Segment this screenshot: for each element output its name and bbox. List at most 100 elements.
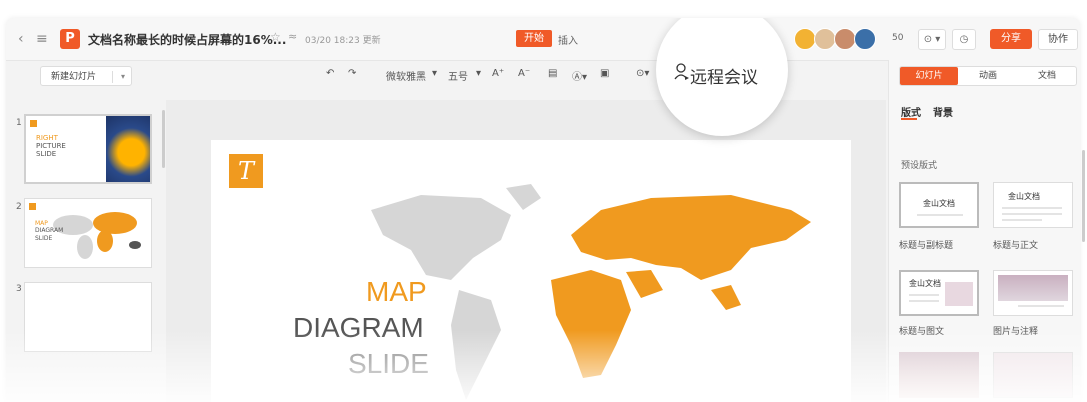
tab-slide[interactable]: 幻灯片: [900, 67, 958, 85]
divider: [1018, 305, 1064, 307]
title-bar: ‹ ≡ P 文档名称最长的时候占屏幕的16%... ☆ ≈ 03/20 18:2…: [6, 18, 1080, 61]
thumb-text: PICTURE: [36, 142, 66, 150]
share-button[interactable]: 分享: [990, 29, 1032, 49]
font-size-select[interactable]: 五号: [448, 68, 468, 83]
tab-insert[interactable]: 插入: [558, 32, 578, 47]
map-africa: [551, 270, 631, 378]
layout-card[interactable]: [993, 270, 1073, 316]
remote-meeting-button[interactable]: 远程会议: [690, 63, 758, 88]
tab-start[interactable]: 开始: [516, 30, 552, 47]
redo-icon[interactable]: ↷: [348, 68, 356, 79]
layout-label: 图片与注释: [993, 327, 1039, 337]
layout-label: 标题与正文: [993, 241, 1039, 251]
slide-editor[interactable]: T MAP DIAGRAM SLIDE: [211, 140, 851, 402]
new-slide-button[interactable]: 新建幻灯片 ▾: [40, 66, 132, 86]
slide-thumbnail[interactable]: RIGHT PICTURE SLIDE: [24, 114, 152, 184]
map-southeast-asia: [711, 285, 741, 310]
thumb-text: SLIDE: [36, 150, 57, 158]
play-icon: ⊙ ▾: [923, 34, 941, 45]
slide-thumbnail[interactable]: MAP DIAGRAM SLIDE: [24, 198, 152, 268]
slide-thumbnail[interactable]: [24, 282, 152, 352]
layout-label: 标题与副标题: [899, 241, 954, 251]
layout-card[interactable]: [993, 352, 1073, 398]
active-tab-indicator: [901, 118, 917, 120]
layout-card-title: 金山文档: [923, 199, 955, 208]
panel-tabs: 幻灯片 动画 文档: [899, 66, 1077, 86]
document-title[interactable]: 文档名称最长的时候占屏幕的16%...: [88, 31, 286, 48]
slide-number: 3: [16, 284, 22, 294]
layout-card[interactable]: 金山文档: [899, 270, 979, 316]
divider: [1002, 213, 1062, 215]
history-button[interactable]: ◷: [952, 29, 976, 50]
map-eurasia: [571, 195, 811, 280]
clock-icon: ◷: [959, 34, 969, 45]
thumb-text: MAP: [35, 220, 48, 227]
slide-title-line1[interactable]: MAP: [366, 276, 427, 308]
slide-title-line2[interactable]: DIAGRAM: [293, 312, 424, 344]
avatar[interactable]: [854, 28, 876, 50]
slide-number: 2: [16, 202, 22, 212]
map-greenland: [506, 184, 541, 210]
map-south-america: [451, 290, 501, 400]
thumb-text: DIAGRAM: [35, 227, 64, 234]
last-updated: 03/20 18:23 更新: [305, 36, 381, 46]
image-icon[interactable]: ▣: [600, 68, 609, 79]
divider: [1002, 219, 1042, 221]
play-icon[interactable]: ⊙▾: [636, 68, 649, 79]
chevron-down-icon[interactable]: ▾: [432, 68, 437, 79]
chevron-down-icon[interactable]: ▾: [476, 68, 481, 79]
layout-label: 标题与图文: [899, 327, 945, 337]
hamburger-icon[interactable]: ≡: [36, 31, 48, 47]
tab-layout[interactable]: 版式: [901, 104, 921, 119]
textbox-icon[interactable]: Ⓐ▾: [572, 68, 587, 83]
tab-background[interactable]: 背景: [933, 104, 953, 119]
font-shrink-icon[interactable]: A⁻: [518, 68, 530, 79]
image-placeholder: [945, 282, 973, 306]
font-name-select[interactable]: 微软雅黑: [386, 68, 426, 83]
avatar[interactable]: [814, 28, 836, 50]
undo-icon[interactable]: ↶: [326, 68, 334, 79]
scrollbar[interactable]: [162, 110, 165, 168]
layout-card-title: 金山文档: [909, 279, 941, 288]
slide-canvas: T MAP DIAGRAM SLIDE: [166, 100, 886, 402]
map-middle-east: [626, 270, 663, 298]
divider: [112, 71, 113, 83]
new-slide-label: 新建幻灯片: [51, 72, 97, 82]
layout-card[interactable]: 金山文档: [993, 182, 1073, 228]
tab-animation[interactable]: 动画: [959, 67, 1017, 85]
scrollbar[interactable]: [1082, 150, 1085, 242]
avatar[interactable]: [794, 28, 816, 50]
layout-card[interactable]: 金山文档: [899, 182, 979, 228]
divider: [909, 300, 939, 302]
align-icon[interactable]: ▤: [548, 68, 557, 79]
user-share-icon: [674, 63, 689, 80]
slide-title-line3[interactable]: SLIDE: [348, 348, 429, 380]
design-panel: 幻灯片 动画 文档 版式 背景 预设版式 金山文档 标题与副标题 金山文档 标题…: [888, 60, 1080, 402]
world-map: [371, 184, 811, 400]
wifi-cloud-icon: ≈: [288, 30, 298, 43]
chevron-left-icon[interactable]: ‹: [18, 31, 24, 47]
divider: [909, 294, 939, 296]
font-grow-icon[interactable]: A⁺: [492, 68, 504, 79]
sunflower-image: [106, 116, 150, 182]
collaborator-count: 50: [892, 33, 904, 43]
thumb-text: SLIDE: [35, 235, 53, 242]
app-window: ‹ ≡ P 文档名称最长的时候占屏幕的16%... ☆ ≈ 03/20 18:2…: [6, 18, 1080, 402]
chevron-down-icon[interactable]: ▾: [121, 67, 125, 87]
timer-button[interactable]: ⊙ ▾: [918, 29, 946, 50]
layout-card[interactable]: [899, 352, 979, 398]
slide-thumbnails-panel: 1 RIGHT PICTURE SLIDE 2 MAP DIAGRAM SLID…: [6, 100, 164, 402]
tab-document[interactable]: 文档: [1018, 67, 1076, 85]
preset-layouts-heading: 预设版式: [901, 161, 938, 171]
avatar[interactable]: [834, 28, 856, 50]
image-placeholder: [998, 275, 1068, 301]
map-north-america: [371, 195, 511, 280]
app-logo: P: [60, 29, 80, 49]
collaborate-button[interactable]: 协作: [1038, 29, 1078, 50]
layout-card-title: 金山文档: [1008, 192, 1040, 201]
divider: [1002, 207, 1062, 209]
star-icon[interactable]: ☆: [270, 30, 281, 44]
slide-number: 1: [16, 118, 22, 128]
thumb-text: RIGHT: [36, 134, 58, 142]
logo-icon: [30, 120, 37, 127]
